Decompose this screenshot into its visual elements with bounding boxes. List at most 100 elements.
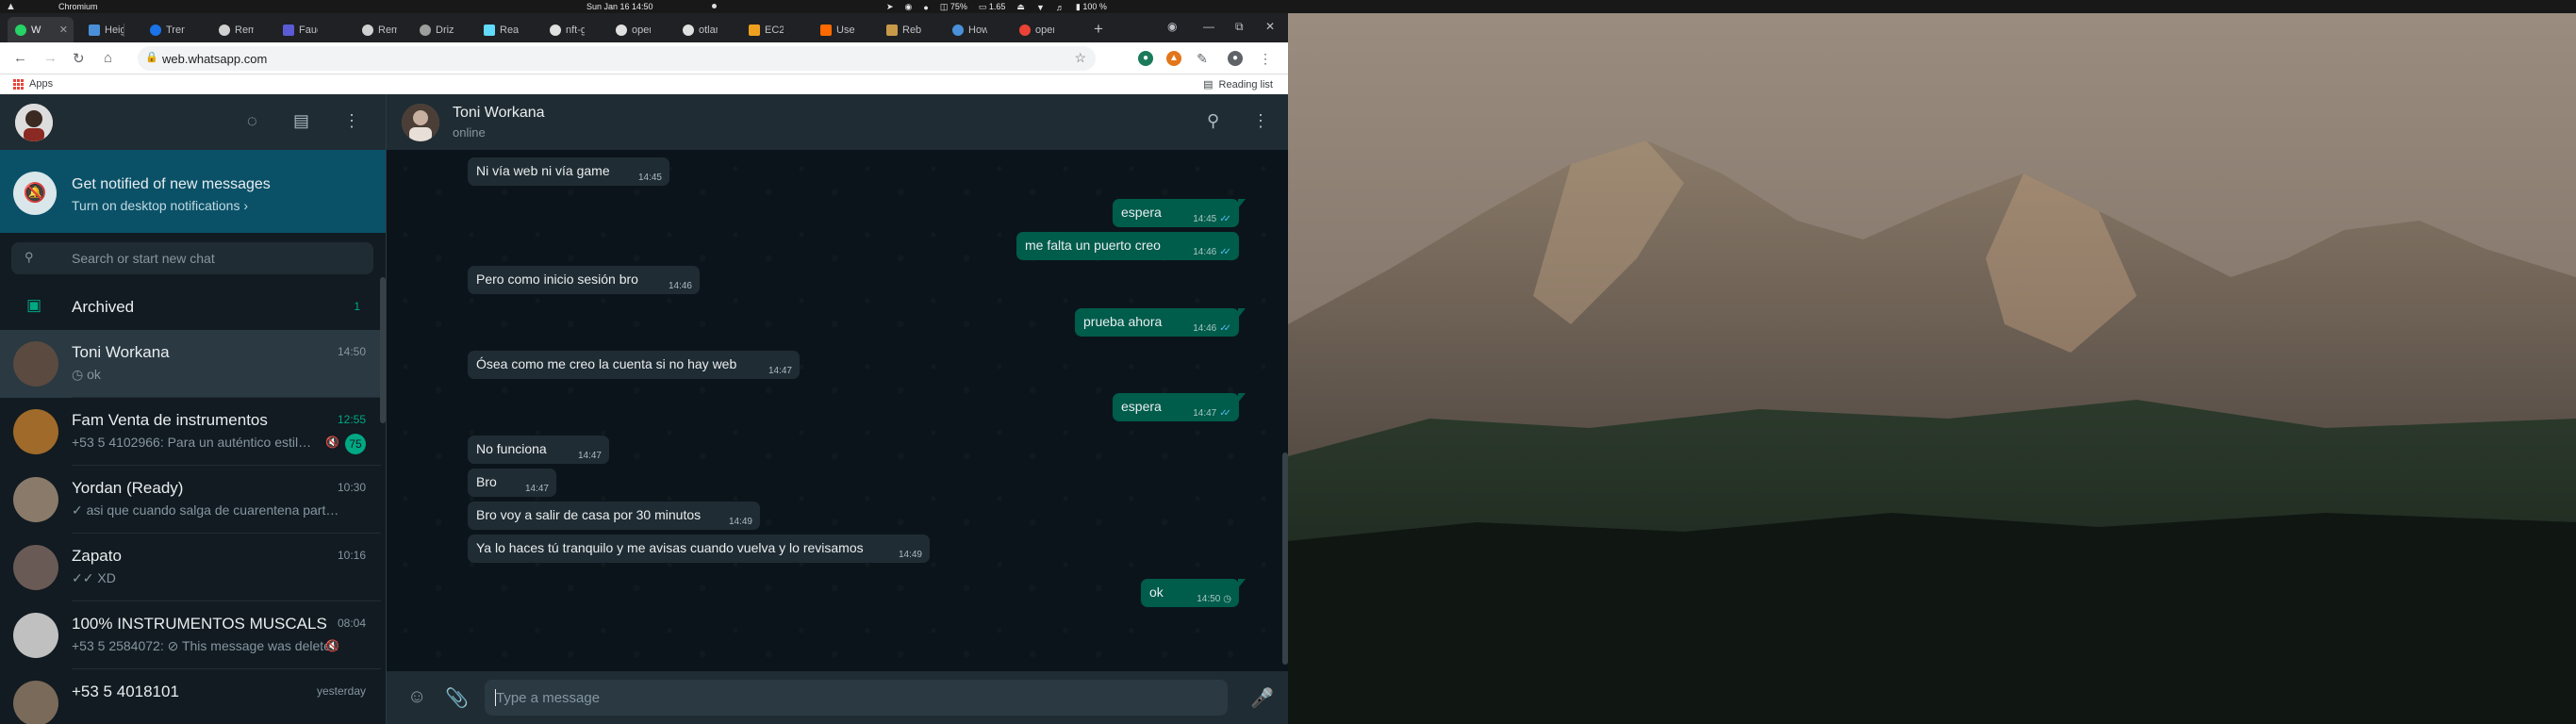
chat-preview: ✓✓ XD [72,570,116,585]
menu-icon[interactable]: ⋮ [343,111,360,131]
emoji-icon[interactable]: ☺ [407,686,426,708]
chat-item[interactable]: Zapato 10:16 ✓✓ XD [0,534,381,601]
send-icon[interactable]: ➤ [886,2,894,12]
tab-favicon-icon [89,24,100,36]
incoming-message[interactable]: Pero como inicio sesión bro 14:46 [468,266,700,294]
tab[interactable]: Rebo [879,17,921,42]
chat-name: Toni Workana [72,343,170,361]
tray-app-icon[interactable]: ● [923,3,928,12]
close-window-button[interactable]: ✕ [1265,20,1275,33]
extensions-puzzle-icon[interactable]: ✎ [1195,51,1210,66]
message-list: Ni vía web ni vía game 14:45 espera 14:45 ✓✓… [387,150,1288,671]
volume-icon[interactable]: ♬ [1056,3,1065,12]
url-text[interactable]: web.whatsapp.com [162,52,267,66]
browser-menu-icon[interactable]: ⋮ [1258,51,1273,66]
conversation-panel: Toni Workana online ⚲ ⋮ Ni vía web ni ví… [387,94,1288,724]
incoming-message[interactable]: Bro 14:47 [468,469,556,497]
outgoing-message[interactable]: espera 14:45 ✓✓ [1113,199,1246,227]
incoming-message[interactable]: No funciona 14:47 [468,436,609,464]
search-icon: ⚲ [25,250,34,264]
incoming-message[interactable]: Bro voy a salir de casa por 30 minutos 14… [468,502,760,530]
attach-icon[interactable]: 📎 [445,686,469,710]
chat-item[interactable]: Toni Workana 14:50 ◷ ok [0,330,381,398]
apps-shortcut[interactable]: Apps [13,78,53,90]
search-bar[interactable]: ⚲ Search or start new chat [11,242,373,274]
tab-favicon-icon [283,24,294,36]
cpu-usage[interactable]: ◫ 75% [940,2,967,12]
tab[interactable]: Reac [476,17,519,42]
home-button[interactable]: ⌂ [104,50,112,66]
lock-icon[interactable]: 🔒 [145,51,158,63]
new-tab-button[interactable]: + [1094,20,1103,39]
chat-time: yesterday [316,684,366,698]
chat-list-scrollbar[interactable] [380,277,386,423]
tab[interactable]: otlan [675,17,718,42]
message-text: ok [1149,584,1164,600]
search-input[interactable]: Search or start new chat [72,251,215,266]
bubble-tail [1238,199,1246,208]
tab[interactable]: Rem [211,17,254,42]
message-text: Ya lo haces tú tranquilo y me avisas cua… [476,540,864,555]
minimize-button[interactable]: — [1203,20,1214,33]
discord-icon[interactable]: ◉ [905,2,913,12]
my-avatar[interactable] [15,104,53,141]
forward-button[interactable]: → [43,50,58,66]
tab[interactable]: Rem [355,17,397,42]
outgoing-message[interactable]: espera 14:47 ✓✓ [1113,393,1246,421]
tab-label: Reac [500,24,519,36]
contact-avatar[interactable] [402,104,439,141]
tab[interactable]: Tren [142,17,185,42]
tab-whatsapp[interactable]: W ✕ [8,17,74,42]
address-bar[interactable]: 🔒 web.whatsapp.com ☆ [138,46,1096,71]
enable-notifications-link[interactable]: Turn on desktop notifications › [72,198,248,213]
archived-chats[interactable]: ▣ Archived 1 [0,283,386,330]
tab[interactable]: Drizz [412,17,454,42]
system-clock[interactable]: Sun Jan 16 14:50 [586,2,653,11]
conversation-menu-icon[interactable]: ⋮ [1252,111,1269,131]
bubble-tail [1238,579,1246,588]
close-tab-icon[interactable]: ✕ [59,24,68,36]
tab[interactable]: nft-g [542,17,585,42]
bookmark-star-icon[interactable]: ☆ [1074,50,1086,66]
profile-icon[interactable]: ● [1228,51,1243,66]
incoming-message[interactable]: Ni vía web ni vía game 14:45 [468,157,669,186]
outgoing-message[interactable]: ok 14:50 ◷ [1141,579,1246,607]
outgoing-message[interactable]: prueba ahora 14:46 ✓✓ [1075,308,1246,337]
metamask-icon[interactable]: ▲ [1166,51,1181,66]
new-chat-icon[interactable]: ▤ [293,111,309,131]
chat-item[interactable]: Yordan (Ready) 10:30 ✓ asi que cuando salg… [0,466,381,534]
reload-button[interactable]: ↻ [73,50,85,67]
tab[interactable]: How [945,17,987,42]
message-scrollbar[interactable] [1282,452,1288,665]
outgoing-message[interactable]: me falta un puerto creo 14:46 ✓✓ [1016,232,1239,260]
chat-item[interactable]: +53 5 4018101 yesterday [0,669,381,724]
tab[interactable]: open [608,17,651,42]
message-input[interactable]: Type a message [485,680,1228,716]
status-icon[interactable]: ◌ [247,111,257,131]
load-average[interactable]: ▭ 1.65 [979,2,1006,12]
tab[interactable]: EC2 I [741,17,784,42]
incoming-message[interactable]: Ya lo haces tú tranquilo y me avisas cua… [468,535,930,563]
message-meta: 14:45 ✓✓ [1193,214,1231,224]
extension-icon[interactable]: ● [1138,51,1153,66]
tab-search-icon[interactable]: ◉ [1167,20,1177,33]
maximize-button[interactable]: ⧉ [1235,20,1244,34]
reading-list-button[interactable]: ▤ Reading list [1203,78,1273,91]
tab[interactable]: open [1012,17,1054,42]
incoming-message[interactable]: Ósea como me creo la cuenta si no hay we… [468,351,800,379]
tab[interactable]: Fauc [275,17,318,42]
battery-status[interactable]: ▮ 100 % [1076,2,1107,12]
microphone-icon[interactable]: 🎤 [1250,686,1274,710]
back-button[interactable]: ← [13,50,27,66]
conversation-header[interactable]: Toni Workana online ⚲ ⋮ [387,94,1288,150]
chat-item[interactable]: 100% INSTRUMENTOS MUSCALS 08:04 +53 5 2584… [0,601,381,669]
search-messages-icon[interactable]: ⚲ [1207,111,1219,131]
chat-item[interactable]: Fam Venta de instrumentos 12:55 +53 5 4102… [0,398,381,466]
arch-logo-icon[interactable]: ▲ [6,1,16,12]
notification-banner[interactable]: 🔕 Get notified of new messages Turn on d… [0,150,386,233]
eject-icon[interactable]: ⏏ [1016,2,1025,12]
tab[interactable]: Use [813,17,855,42]
wifi-icon[interactable]: ▼ [1036,3,1045,12]
active-app-name[interactable]: Chromium [58,2,98,11]
tab[interactable]: Heig [81,17,124,42]
